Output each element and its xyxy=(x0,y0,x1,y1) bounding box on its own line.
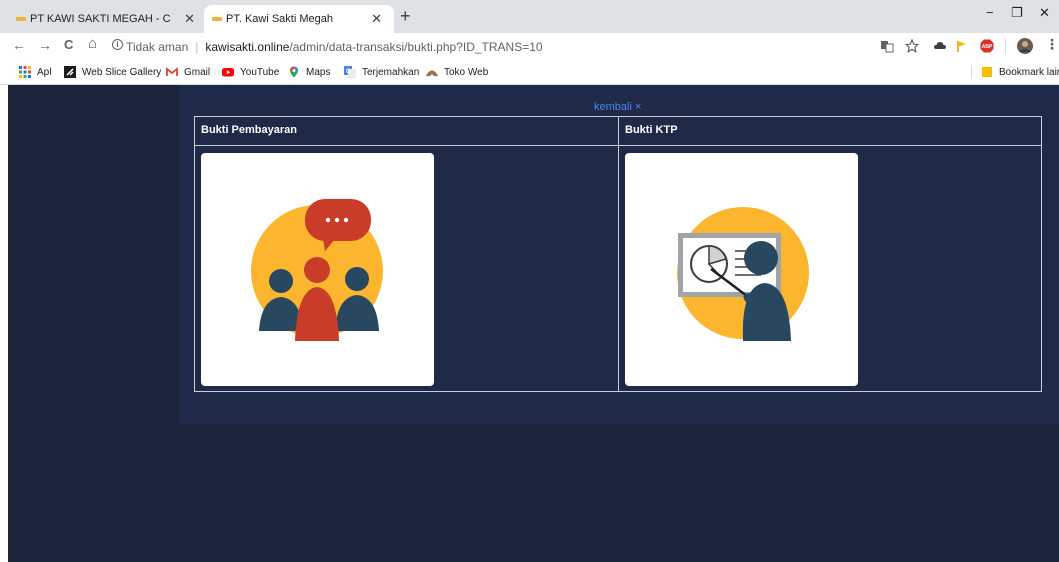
translate-icon: G xyxy=(344,66,356,78)
adblock-plus-icon[interactable]: ABP xyxy=(980,39,994,53)
page-body: kembali × Bukti Pembayaran Bukti KTP xyxy=(8,85,1059,562)
bookmark-label: Apl xyxy=(37,66,52,78)
payment-proof-image[interactable] xyxy=(201,153,434,386)
site-favicon-icon xyxy=(16,17,26,21)
cloud-extension-icon[interactable] xyxy=(933,39,947,53)
browser-menu-icon[interactable]: ⋮ xyxy=(1045,36,1059,53)
svg-text:G: G xyxy=(346,69,351,75)
bookmark-label: YouTube xyxy=(240,66,280,78)
back-button[interactable]: ← xyxy=(12,37,26,53)
svg-text:ABP: ABP xyxy=(982,44,993,50)
info-icon[interactable]: i xyxy=(112,39,123,50)
address-bar[interactable]: i Tidak aman | kawisakti.online /admin/d… xyxy=(112,35,898,58)
tab-title: PT. Kawi Sakti Megah xyxy=(226,13,333,25)
web-slice-icon xyxy=(64,66,76,78)
bookmark-toko-web[interactable]: Toko Web xyxy=(426,66,488,78)
group-discussion-illustration xyxy=(251,199,383,341)
restore-button[interactable]: ❐ xyxy=(1011,5,1023,21)
reload-button[interactable]: C xyxy=(64,37,73,52)
profile-avatar-icon[interactable] xyxy=(1017,38,1033,54)
bookmark-star-icon[interactable] xyxy=(905,39,919,53)
proof-table: Bukti Pembayaran Bukti KTP xyxy=(194,116,1042,392)
presentation-illustration xyxy=(677,207,809,341)
close-tab-icon[interactable]: ✕ xyxy=(184,11,195,27)
column-header-payment-proof: Bukti Pembayaran xyxy=(201,124,297,136)
tab-title: PT KAWI SAKTI MEGAH - Constru xyxy=(30,13,170,25)
close-window-button[interactable]: ✕ xyxy=(1039,5,1050,21)
address-divider: | xyxy=(195,39,199,54)
bookmark-maps[interactable]: Maps xyxy=(288,66,330,78)
bookmark-apl[interactable]: Apl xyxy=(19,66,51,78)
url-host[interactable]: kawisakti.online xyxy=(205,40,289,54)
bookmark-youtube[interactable]: YouTube xyxy=(222,66,279,78)
extension-flag-icon[interactable] xyxy=(955,39,969,53)
browser-tab-active[interactable]: PT. Kawi Sakti Megah ✕ xyxy=(204,5,394,33)
security-label[interactable]: Tidak aman xyxy=(126,40,188,54)
column-divider xyxy=(618,117,619,391)
gmail-icon xyxy=(166,67,178,76)
browser-toolbar: ← → C ⌂ i Tidak aman | kawisakti.online … xyxy=(0,33,1059,60)
browser-tab-inactive[interactable]: PT KAWI SAKTI MEGAH - Constru ✕ xyxy=(8,5,203,33)
apps-grid-icon xyxy=(19,66,31,78)
toolbar-divider xyxy=(1005,38,1006,54)
bookmarks-bar: Apl Web Slice Gallery Gmail YouTube Maps… xyxy=(0,60,1059,85)
bookmark-label: Maps xyxy=(306,66,331,78)
maps-icon xyxy=(290,66,298,78)
ktp-proof-image[interactable] xyxy=(625,153,858,386)
forward-button[interactable]: → xyxy=(38,37,52,53)
translate-page-icon[interactable] xyxy=(880,39,894,53)
home-button[interactable]: ⌂ xyxy=(88,35,97,52)
bookmark-gmail[interactable]: Gmail xyxy=(166,66,210,78)
site-favicon-icon xyxy=(212,17,222,21)
bookmark-label: Toko Web xyxy=(444,66,489,78)
bookmark-web-slice-gallery[interactable]: Web Slice Gallery xyxy=(64,66,161,78)
minimize-button[interactable]: − xyxy=(986,5,994,20)
youtube-icon xyxy=(222,68,234,77)
bookmark-other-folder[interactable]: Bookmark lain xyxy=(981,66,1059,78)
content-panel: kembali × Bukti Pembayaran Bukti KTP xyxy=(179,85,1059,424)
folder-icon xyxy=(982,67,992,77)
column-header-ktp-proof: Bukti KTP xyxy=(625,124,678,136)
close-tab-icon[interactable]: ✕ xyxy=(371,11,382,27)
bookmark-label: Web Slice Gallery xyxy=(82,66,162,78)
browser-tab-strip: PT KAWI SAKTI MEGAH - Constru ✕ PT. Kawi… xyxy=(0,0,1059,33)
web-store-icon xyxy=(426,70,438,77)
bookmark-divider xyxy=(971,65,972,79)
bookmark-label: Gmail xyxy=(184,66,211,78)
bookmark-label: Bookmark lain xyxy=(999,66,1059,78)
bookmark-terjemahkan[interactable]: G Terjemahkan xyxy=(344,66,419,78)
url-path[interactable]: /admin/data-transaksi/bukti.php?ID_TRANS… xyxy=(289,40,542,54)
new-tab-button[interactable]: + xyxy=(400,6,411,27)
back-link[interactable]: kembali × xyxy=(594,101,641,113)
bookmark-label: Terjemahkan xyxy=(362,66,420,78)
